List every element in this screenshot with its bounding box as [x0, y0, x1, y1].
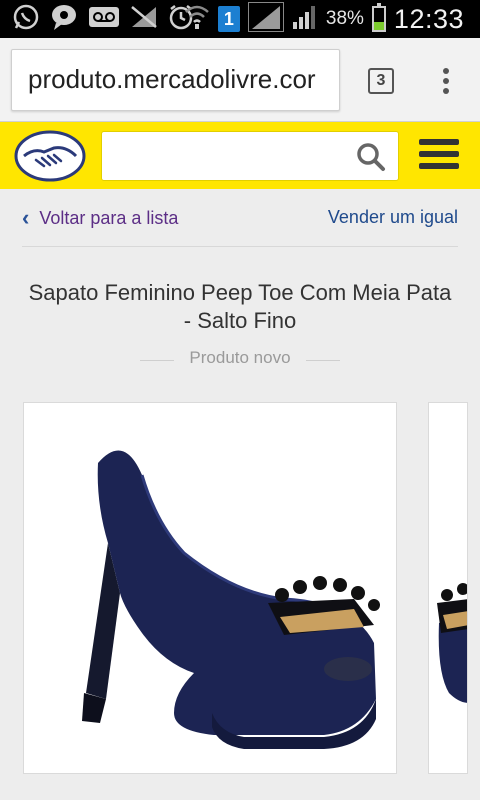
condition-label: Produto novo — [189, 348, 291, 367]
chat-icon — [50, 3, 78, 36]
shoe-photo-partial — [437, 583, 467, 703]
sell-similar-link[interactable]: Vender um igual — [328, 207, 458, 228]
signal-off-icon — [130, 5, 158, 34]
menu-icon[interactable] — [419, 139, 459, 173]
whatsapp-icon — [12, 3, 40, 36]
battery-icon — [371, 3, 386, 32]
shoe-photo — [82, 450, 380, 749]
status-bar: 1 38% 12:33 — [0, 0, 480, 38]
product-title: Sapato Feminino Peep Toe Com Meia Pata -… — [28, 280, 452, 333]
mercadolivre-logo[interactable] — [14, 130, 86, 182]
notification-icons — [12, 4, 194, 34]
clock: 12:33 — [393, 3, 464, 34]
product-image[interactable] — [23, 402, 397, 774]
signal-strength-icon — [246, 0, 285, 37]
wifi-icon — [184, 4, 210, 35]
product-image-next[interactable] — [428, 402, 468, 774]
search-input[interactable] — [101, 131, 399, 181]
browser-toolbar: produto.mercadolivre.cor 3 — [0, 38, 480, 122]
product-nav: ‹ Voltar para a lista Vender um igual — [22, 195, 458, 247]
tab-switcher-button[interactable]: 3 — [368, 68, 394, 94]
product-condition: Produto novo — [140, 348, 340, 372]
search-icon[interactable] — [356, 142, 386, 172]
back-to-list-link[interactable]: ‹ Voltar para a lista — [22, 205, 178, 231]
overflow-menu-icon[interactable] — [440, 68, 452, 98]
address-bar[interactable]: produto.mercadolivre.cor — [11, 49, 340, 111]
chevron-left-icon: ‹ — [22, 205, 30, 230]
url-text[interactable]: produto.mercadolivre.cor — [28, 64, 316, 95]
back-label: Voltar para a lista — [39, 207, 179, 228]
battery-percent: 38% — [325, 8, 364, 29]
voicemail-icon — [88, 5, 120, 34]
system-icons: 1 38% 12:33 — [184, 0, 464, 38]
cell-signal-icon — [292, 4, 318, 35]
sim-badge: 1 — [217, 6, 240, 32]
site-header — [0, 122, 480, 189]
